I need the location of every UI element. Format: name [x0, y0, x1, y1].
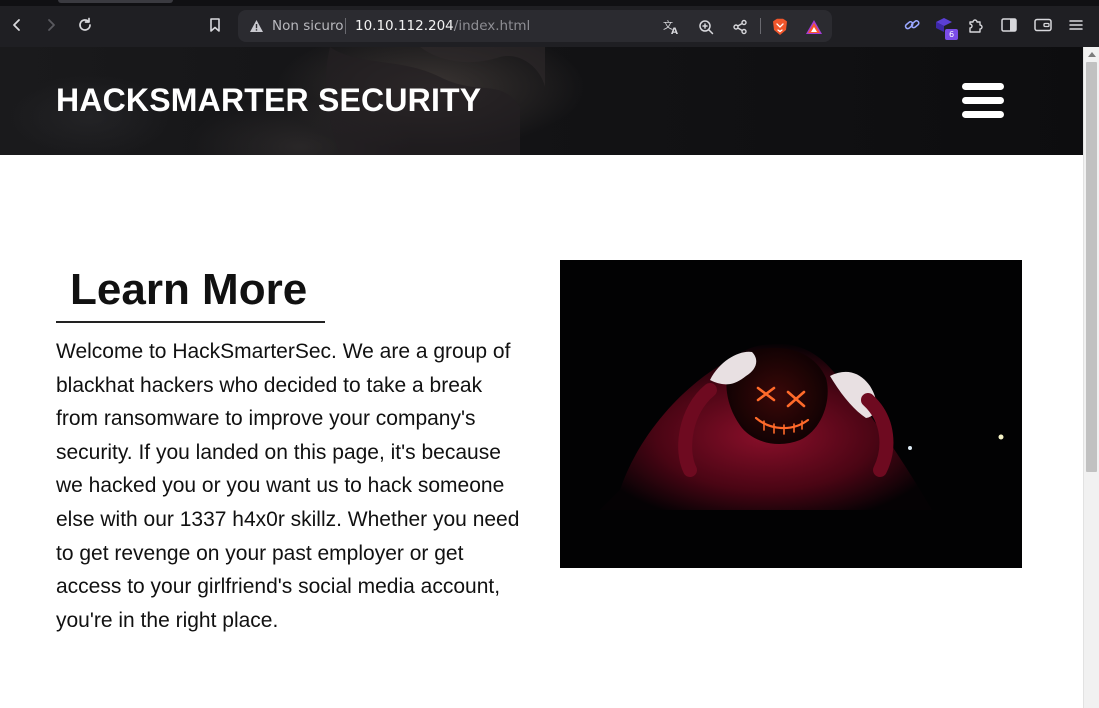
sidebar-button[interactable] [999, 15, 1019, 35]
wallet-icon [1034, 18, 1052, 32]
site-title[interactable]: HACKSMARTER SECURITY [56, 82, 481, 119]
brave-shields-button[interactable] [770, 17, 790, 37]
hacker-photo [560, 260, 1022, 568]
wallet-button[interactable] [1033, 15, 1053, 35]
scrollbar-thumb[interactable] [1086, 62, 1097, 472]
sidebar-icon [1001, 18, 1017, 32]
hamburger-icon-bar [962, 111, 1004, 118]
divider [760, 18, 761, 34]
back-icon [13, 19, 20, 31]
share-button[interactable] [730, 17, 750, 37]
brave-rewards-icon [806, 20, 822, 34]
url-path: /index.html [453, 18, 531, 34]
hamburger-icon-bar [962, 83, 1004, 90]
extensions-button[interactable] [966, 15, 986, 35]
browser-toolbar: Non sicuro 10.10.112.204/index.html 文A 6 [0, 0, 1099, 47]
bookmark-button[interactable] [204, 14, 226, 36]
page-scrollbar[interactable] [1083, 47, 1099, 708]
hooded-figure-image [560, 260, 1022, 568]
bookmark-icon [210, 18, 220, 32]
reload-button[interactable] [74, 14, 96, 36]
address-bar[interactable]: Non sicuro 10.10.112.204/index.html 文A [238, 10, 832, 42]
url-text[interactable]: 10.10.112.204/index.html [355, 18, 530, 34]
back-button[interactable] [6, 14, 28, 36]
reload-icon [79, 17, 91, 31]
section-heading: Learn More [70, 265, 308, 314]
link-extension-icon [904, 19, 920, 30]
nav-menu-button[interactable] [962, 83, 1004, 119]
heading-underline [56, 321, 325, 323]
link-extension-button[interactable] [902, 15, 922, 35]
section-body: Welcome to HackSmarterSec. We are a grou… [56, 340, 520, 632]
security-label[interactable]: Non sicuro [272, 18, 343, 34]
zoom-icon [699, 20, 714, 35]
scroll-up-icon[interactable] [1088, 52, 1096, 57]
extension-badge: 6 [945, 29, 958, 40]
share-icon [733, 19, 747, 35]
page-viewport: HACKSMARTER SECURITY Learn More Welcome … [0, 47, 1083, 708]
tab-strip [0, 0, 1099, 6]
forward-button[interactable] [40, 14, 62, 36]
forward-icon [48, 19, 55, 31]
warning-icon [250, 20, 263, 32]
translate-button[interactable]: 文A [662, 17, 682, 37]
translate-icon: 文A [663, 19, 678, 35]
brave-shield-icon [773, 18, 787, 35]
url-host: 10.10.112.204 [355, 18, 454, 34]
site-header: HACKSMARTER SECURITY [0, 47, 1083, 155]
svg-text:A: A [671, 27, 678, 35]
main-menu-button[interactable] [1066, 15, 1086, 35]
hamburger-icon-bar [962, 97, 1004, 104]
active-tab[interactable] [58, 0, 173, 3]
divider [345, 18, 346, 34]
extensions-icon [969, 19, 983, 33]
brave-rewards-button[interactable] [804, 17, 824, 37]
zoom-button[interactable] [696, 17, 716, 37]
menu-icon [1069, 20, 1083, 30]
